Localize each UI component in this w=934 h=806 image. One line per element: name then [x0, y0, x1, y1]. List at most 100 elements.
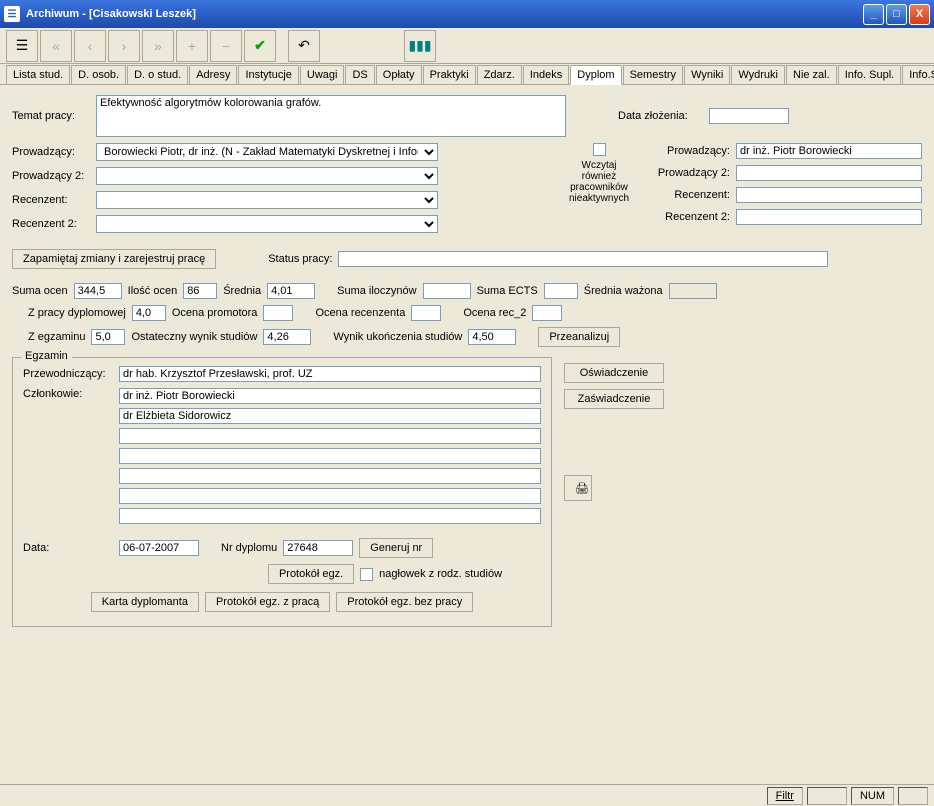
tab-praktyki[interactable]: Praktyki: [423, 65, 476, 84]
tab-d-osob-[interactable]: D. osob.: [71, 65, 126, 84]
label-recenzent2-r: Recenzent 2:: [650, 211, 730, 223]
label-wynik-ukonczenia: Wynik ukończenia studiów: [333, 331, 462, 343]
toolbar-btn-6[interactable]: +: [176, 30, 208, 62]
czlonek-input-2[interactable]: [119, 428, 541, 444]
tab-uwagi[interactable]: Uwagi: [300, 65, 345, 84]
toolbar-prev-icon[interactable]: ‹: [74, 30, 106, 62]
tab-nie-zal-[interactable]: Nie zal.: [786, 65, 837, 84]
czlonek-input-6[interactable]: [119, 508, 541, 524]
zapamietaj-button[interactable]: Zapamiętaj zmiany i zarejestruj pracę: [12, 249, 216, 269]
toolbar-btn-7[interactable]: −: [210, 30, 242, 62]
label-nr-dyplomu: Nr dyplomu: [221, 542, 277, 554]
recenzent-text[interactable]: [736, 187, 922, 203]
minimize-button[interactable]: _: [863, 4, 884, 25]
z-pracy-dypl-input[interactable]: [132, 305, 166, 321]
protokol-praca-button[interactable]: Protokół egz. z pracą: [205, 592, 330, 612]
tab-ds[interactable]: DS: [345, 65, 374, 84]
data-zlozenia-input[interactable]: [709, 108, 789, 124]
tab-op-aty[interactable]: Opłaty: [376, 65, 422, 84]
toolbar-btn-1[interactable]: ☰: [6, 30, 38, 62]
tab-d-o-stud-[interactable]: D. o stud.: [127, 65, 188, 84]
data-input[interactable]: [119, 540, 199, 556]
suma-ects-input[interactable]: [544, 283, 578, 299]
czlonek-input-0[interactable]: [119, 388, 541, 404]
suma-ocen-input[interactable]: [74, 283, 122, 299]
toolbar-next-icon[interactable]: ›: [108, 30, 140, 62]
tab-content: Temat pracy: Efektywność algorytmów kolo…: [0, 85, 934, 790]
tab-adresy[interactable]: Adresy: [189, 65, 237, 84]
label-suma-ocen: Suma ocen: [12, 285, 68, 297]
recenzent-select[interactable]: [96, 191, 438, 209]
suma-iloczynow-input[interactable]: [423, 283, 471, 299]
przewodniczacy-input[interactable]: [119, 366, 541, 382]
label-srednia-wazona: Średnia ważona: [584, 285, 663, 297]
prowadzacy-text[interactable]: [736, 143, 922, 159]
tab-lista-stud-[interactable]: Lista stud.: [6, 65, 70, 84]
przeanalizuj-button[interactable]: Przeanalizuj: [538, 327, 620, 347]
label-ocena-recenzenta: Ocena recenzenta: [315, 307, 405, 319]
ocena-recenzenta-input[interactable]: [411, 305, 441, 321]
print-button[interactable]: 🖨: [564, 475, 592, 501]
czlonek-input-5[interactable]: [119, 488, 541, 504]
prowadzacy-select[interactable]: Borowiecki Piotr, dr inż. (N - Zakład Ma…: [96, 143, 438, 161]
protokol-egz-button[interactable]: Protokół egz.: [268, 564, 354, 584]
egzamin-fieldset: Egzamin Przewodniczący: Członkowie: Data…: [12, 357, 552, 627]
status-pracy-input[interactable]: [338, 251, 828, 267]
label-ilosc-ocen: Ilość ocen: [128, 285, 178, 297]
label-recenzent-r: Recenzent:: [650, 189, 730, 201]
tab-info-supl-ang-[interactable]: Info.Supl.Ang.: [902, 65, 934, 84]
label-z-egzaminu: Z egzaminu: [28, 331, 85, 343]
label-prowadzacy2-r: Prowadzący 2:: [650, 167, 730, 179]
oswiadczenie-button[interactable]: Oświadczenie: [564, 363, 664, 383]
nr-dyplomu-input[interactable]: [283, 540, 353, 556]
tab-info-supl-[interactable]: Info. Supl.: [838, 65, 902, 84]
srednia-input[interactable]: [267, 283, 315, 299]
maximize-button[interactable]: □: [886, 4, 907, 25]
label-wczytaj: Wczytaj również pracowników nieaktywnych: [564, 160, 634, 204]
toolbar-first-icon[interactable]: «: [40, 30, 72, 62]
toolbar-undo-icon[interactable]: ↶: [288, 30, 320, 62]
status-filtr[interactable]: Filtr: [767, 787, 803, 805]
tab-zdarz-[interactable]: Zdarz.: [477, 65, 522, 84]
window-title: Archiwum - [Cisakowski Leszek]: [26, 8, 861, 20]
recenzent2-text[interactable]: [736, 209, 922, 225]
wynik-ukonczenia-input[interactable]: [468, 329, 516, 345]
tab-semestry[interactable]: Semestry: [623, 65, 683, 84]
karta-button[interactable]: Karta dyplomanta: [91, 592, 199, 612]
tab-dyplom[interactable]: Dyplom: [570, 65, 621, 85]
label-suma-ects: Suma ECTS: [477, 285, 538, 297]
ocena-rec2-input[interactable]: [532, 305, 562, 321]
ilosc-ocen-input[interactable]: [183, 283, 217, 299]
status-cell-1: [807, 787, 847, 805]
label-naglowek: nagłowek z rodz. studiów: [379, 568, 502, 580]
zaswiadczenie-button[interactable]: Zaświadczenie: [564, 389, 664, 409]
srednia-wazona-input[interactable]: [669, 283, 717, 299]
tab-wydruki[interactable]: Wydruki: [731, 65, 785, 84]
tab-indeks[interactable]: Indeks: [523, 65, 569, 84]
toolbar-barcode-icon[interactable]: ▮▮▮: [404, 30, 436, 62]
toolbar-last-icon[interactable]: »: [142, 30, 174, 62]
czlonek-input-1[interactable]: [119, 408, 541, 424]
recenzent2-select[interactable]: [96, 215, 438, 233]
protokol-bez-button[interactable]: Protokół egz. bez pracy: [336, 592, 473, 612]
titlebar: ☰ Archiwum - [Cisakowski Leszek] _ □ X: [0, 0, 934, 28]
tab-wyniki[interactable]: Wyniki: [684, 65, 730, 84]
naglowek-checkbox[interactable]: [360, 568, 373, 581]
label-srednia: Średnia: [223, 285, 261, 297]
label-recenzent2: Recenzent 2:: [12, 218, 90, 230]
label-status-pracy: Status pracy:: [268, 253, 332, 265]
prowadzacy2-select[interactable]: [96, 167, 438, 185]
ost-wynik-input[interactable]: [263, 329, 311, 345]
temat-input[interactable]: Efektywność algorytmów kolorowania grafó…: [96, 95, 566, 137]
tab-instytucje[interactable]: Instytucje: [238, 65, 298, 84]
ocena-promotora-input[interactable]: [263, 305, 293, 321]
generuj-button[interactable]: Generuj nr: [359, 538, 433, 558]
czlonek-input-3[interactable]: [119, 448, 541, 464]
czlonek-input-4[interactable]: [119, 468, 541, 484]
wczytaj-checkbox[interactable]: [593, 143, 606, 156]
toolbar-check-icon[interactable]: ✔: [244, 30, 276, 62]
close-button[interactable]: X: [909, 4, 930, 25]
z-egzaminu-input[interactable]: [91, 329, 125, 345]
printer-icon: 🖨: [575, 483, 589, 495]
prowadzacy2-text[interactable]: [736, 165, 922, 181]
